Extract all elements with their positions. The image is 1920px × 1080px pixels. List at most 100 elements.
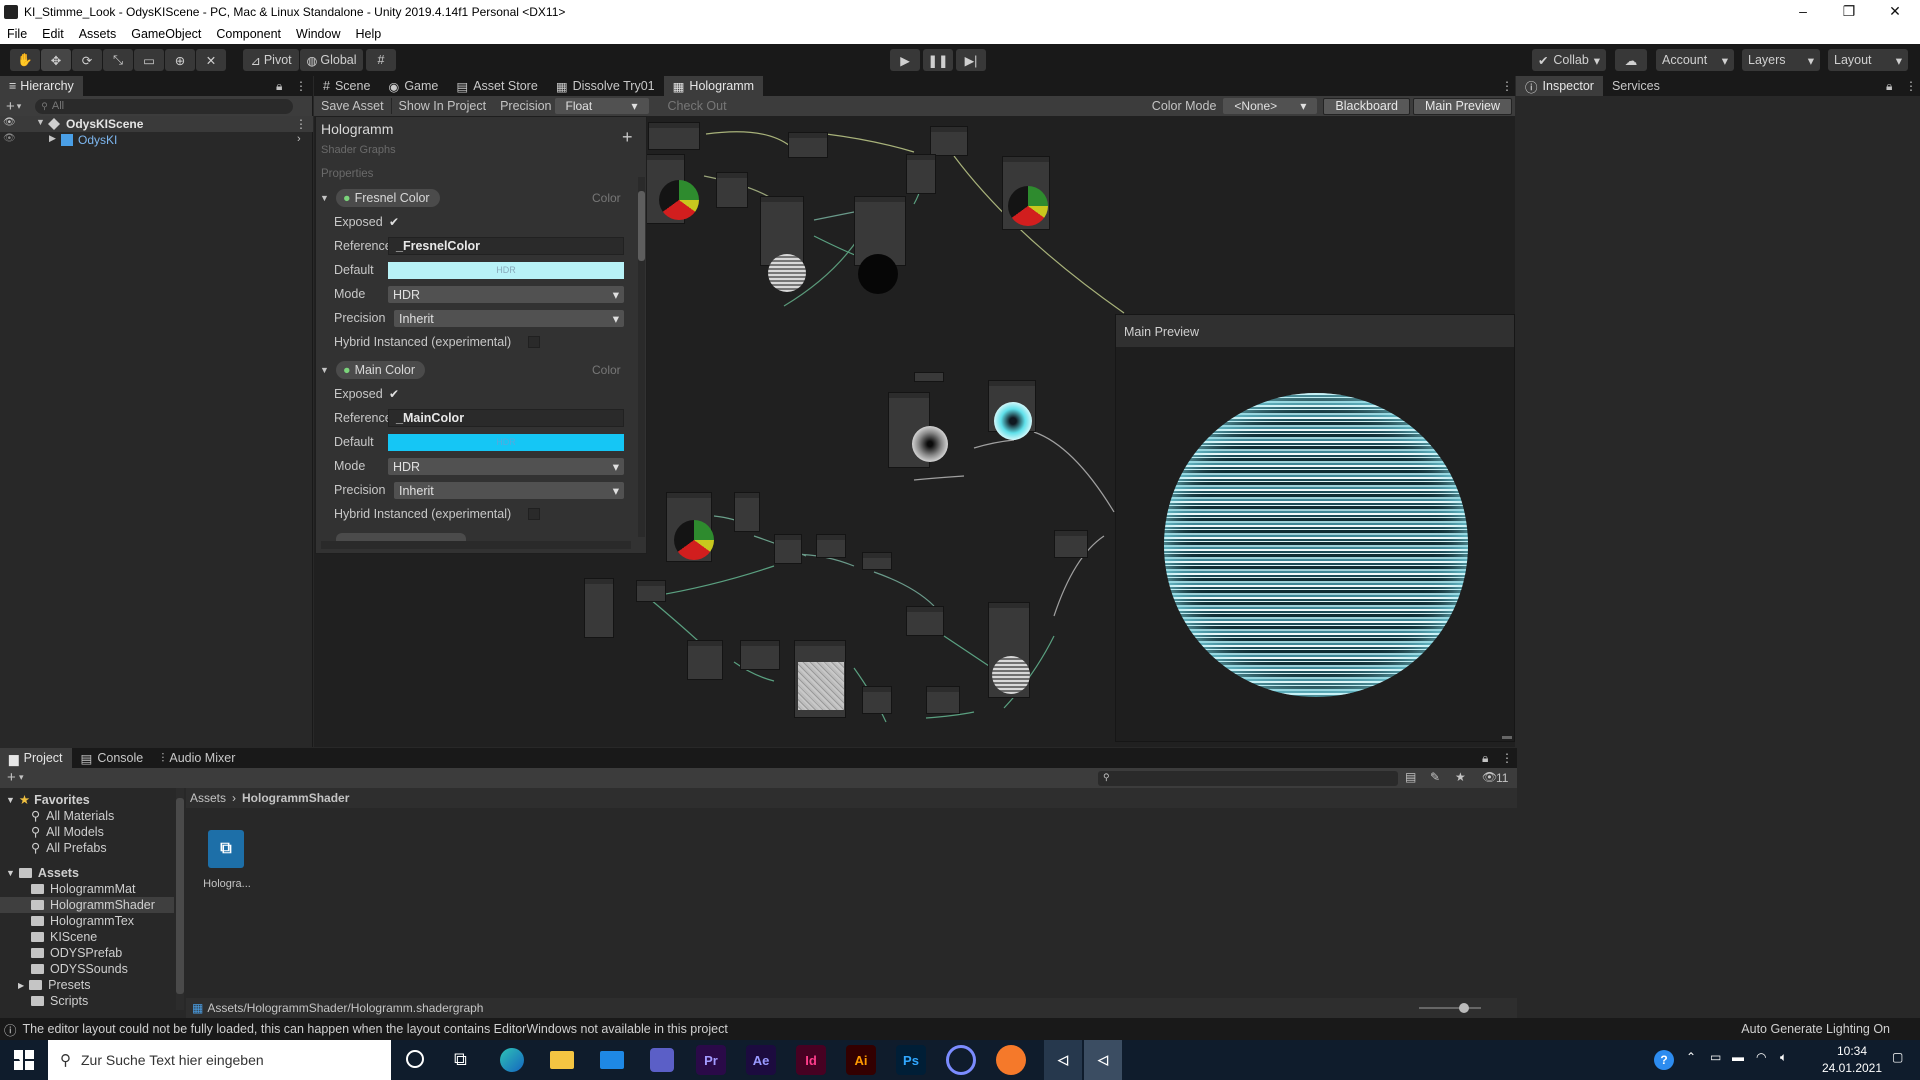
mode-dropdown[interactable]: HDR ▾	[388, 286, 624, 303]
breadcrumb-assets[interactable]: Assets	[190, 791, 226, 805]
hybrid-instanced-checkbox[interactable]	[528, 508, 540, 520]
folder-item[interactable]: HologrammTex	[31, 914, 134, 928]
preview-sphere[interactable]	[1164, 393, 1468, 697]
property-pill-main-color[interactable]: ● Main Color	[336, 361, 425, 379]
minimize-button[interactable]: –	[1780, 0, 1826, 24]
blackboard-toggle[interactable]: Blackboard	[1323, 97, 1410, 115]
tab-audio-mixer[interactable]: ⫶ Audio Mixer	[152, 748, 244, 768]
favorite-item[interactable]: ⚲ All Prefabs	[31, 840, 107, 856]
main-preview-toggle[interactable]: Main Preview	[1412, 97, 1512, 115]
step-button[interactable]: ▶|	[956, 49, 986, 71]
layout-dropdown[interactable]: Layout ▾	[1828, 49, 1908, 71]
property-pill-partial[interactable]	[336, 533, 466, 541]
edge-icon[interactable]	[500, 1048, 524, 1072]
menu-component[interactable]: Component	[209, 27, 289, 41]
wifi-icon[interactable]: ◠	[1756, 1050, 1766, 1064]
favorite-star-icon[interactable]: ★	[1455, 770, 1466, 784]
project-search-input[interactable]: ⚲	[1098, 771, 1398, 786]
windows-start-icon[interactable]	[14, 1050, 34, 1070]
graph-node[interactable]	[636, 580, 666, 602]
graph-node[interactable]	[584, 578, 614, 638]
menu-file[interactable]: File	[0, 27, 35, 41]
indesign-app-icon[interactable]: Id	[796, 1045, 826, 1075]
unity-hub-app-icon[interactable]: ◁	[1044, 1040, 1082, 1080]
graph-node[interactable]	[740, 640, 780, 670]
folder-item[interactable]: ODYSSounds	[31, 962, 128, 976]
save-asset-button[interactable]: Save Asset	[314, 99, 391, 113]
menu-window[interactable]: Window	[289, 27, 348, 41]
reference-input[interactable]: _FresnelColor	[388, 237, 624, 255]
collab-dropdown[interactable]: ✔ Collab ▾	[1532, 49, 1606, 71]
reference-input[interactable]: _MainColor	[388, 409, 624, 427]
grid-snap-button[interactable]: #	[366, 49, 396, 71]
layers-dropdown[interactable]: Layers ▾	[1742, 49, 1820, 71]
chevron-down-icon[interactable]: ▾	[17, 101, 22, 112]
scrollbar-thumb[interactable]	[638, 191, 645, 261]
maximize-button[interactable]: ❐	[1826, 0, 1872, 24]
graph-node[interactable]	[926, 686, 960, 714]
folder-item[interactable]: ODYSPrefab	[31, 946, 122, 960]
tab-console[interactable]: ▤ Console	[72, 748, 153, 768]
tab-dissolve-try01[interactable]: ▦ Dissolve Try01	[547, 76, 664, 96]
chevron-down-icon[interactable]: ▼	[320, 193, 329, 203]
pivot-toggle[interactable]: ⊿ Pivot	[243, 49, 299, 71]
graph-node[interactable]	[906, 154, 936, 194]
hierarchy-object-row[interactable]: 👁︎ ▶ OdysKI ›	[0, 132, 313, 148]
help-icon[interactable]: ?	[1654, 1050, 1674, 1070]
status-message[interactable]: The editor layout could not be fully loa…	[23, 1022, 728, 1036]
volume-icon[interactable]: 🔈︎	[1780, 1050, 1787, 1065]
rotate-tool-button[interactable]: ⟳	[72, 49, 102, 71]
default-color-swatch[interactable]: HDR	[388, 262, 624, 279]
hand-tool-button[interactable]: ✋	[10, 49, 40, 71]
cortana-icon[interactable]	[406, 1050, 424, 1068]
filter-label-icon[interactable]: ✎	[1430, 770, 1440, 784]
network-icon[interactable]: ▭	[1710, 1050, 1721, 1064]
tab-hologramm[interactable]: ▦ Hologramm	[663, 76, 764, 96]
kebab-menu-icon[interactable]: ⋮	[295, 79, 307, 93]
favorites-header[interactable]: ▼ ★ Favorites	[6, 792, 90, 808]
lock-icon[interactable]: 🔒︎	[1886, 79, 1892, 94]
browser-app-icon[interactable]	[946, 1045, 976, 1075]
graph-node[interactable]	[716, 172, 748, 208]
default-color-swatch[interactable]: HDR	[388, 434, 624, 451]
folder-item[interactable]: ▶ Presets	[18, 978, 91, 992]
add-icon[interactable]: +	[7, 769, 16, 786]
menu-gameobject[interactable]: GameObject	[124, 27, 209, 41]
lock-icon[interactable]: 🔒︎	[1482, 751, 1488, 766]
eye-icon[interactable]: 👁︎	[3, 117, 16, 128]
auto-generate-lighting-status[interactable]: Auto Generate Lighting On	[1741, 1022, 1890, 1036]
chevron-down-icon[interactable]: ▾	[19, 772, 24, 783]
battery-icon[interactable]: ▬	[1732, 1050, 1744, 1064]
chevron-down-icon[interactable]: ▼	[320, 365, 329, 375]
kebab-menu-icon[interactable]: ⋮	[1501, 79, 1513, 93]
pause-button[interactable]: ❚❚	[923, 49, 953, 71]
premiere-app-icon[interactable]: Pr	[696, 1045, 726, 1075]
menu-assets[interactable]: Assets	[72, 27, 125, 41]
kebab-menu-icon[interactable]: ⋮	[1501, 751, 1513, 765]
add-property-button[interactable]: +	[622, 127, 633, 148]
folder-item[interactable]: Scripts	[31, 994, 88, 1008]
precision-dropdown[interactable]: Inherit ▾	[394, 310, 624, 327]
graph-node[interactable]	[774, 534, 802, 564]
clock-time[interactable]: 10:34	[1812, 1044, 1892, 1058]
breadcrumb-current[interactable]: HologrammShader	[242, 791, 349, 805]
zoom-slider-handle[interactable]	[1459, 1003, 1469, 1013]
folder-item[interactable]: KIScene	[31, 930, 97, 944]
teams-icon[interactable]	[650, 1048, 674, 1072]
tab-game[interactable]: ◉ Game	[379, 76, 447, 96]
kebab-menu-icon[interactable]: ⋮	[1905, 79, 1917, 93]
filter-type-icon[interactable]: ▤	[1405, 770, 1416, 784]
menu-help[interactable]: Help	[348, 27, 389, 41]
tab-asset-store[interactable]: ▤ Asset Store	[447, 76, 546, 96]
taskbar-search-input[interactable]: ⚲ Zur Suche Text hier eingeben	[48, 1040, 391, 1080]
hierarchy-scene-row[interactable]: 👁︎ ▼ OdysKIScene ⋮	[0, 116, 313, 132]
mode-dropdown[interactable]: HDR ▾	[388, 458, 624, 475]
lock-icon[interactable]: 🔒︎	[276, 79, 282, 94]
color-mode-dropdown[interactable]: <None> ▾	[1223, 98, 1318, 114]
notifications-icon[interactable]: ▢	[1892, 1050, 1903, 1064]
zoom-slider[interactable]	[1419, 1003, 1481, 1013]
hierarchy-search-input[interactable]: ⚲ All	[35, 98, 294, 114]
tab-hierarchy[interactable]: ≡ Hierarchy	[0, 76, 83, 96]
scale-tool-button[interactable]: ⤡	[103, 49, 133, 71]
rect-tool-button[interactable]: ▭	[134, 49, 164, 71]
